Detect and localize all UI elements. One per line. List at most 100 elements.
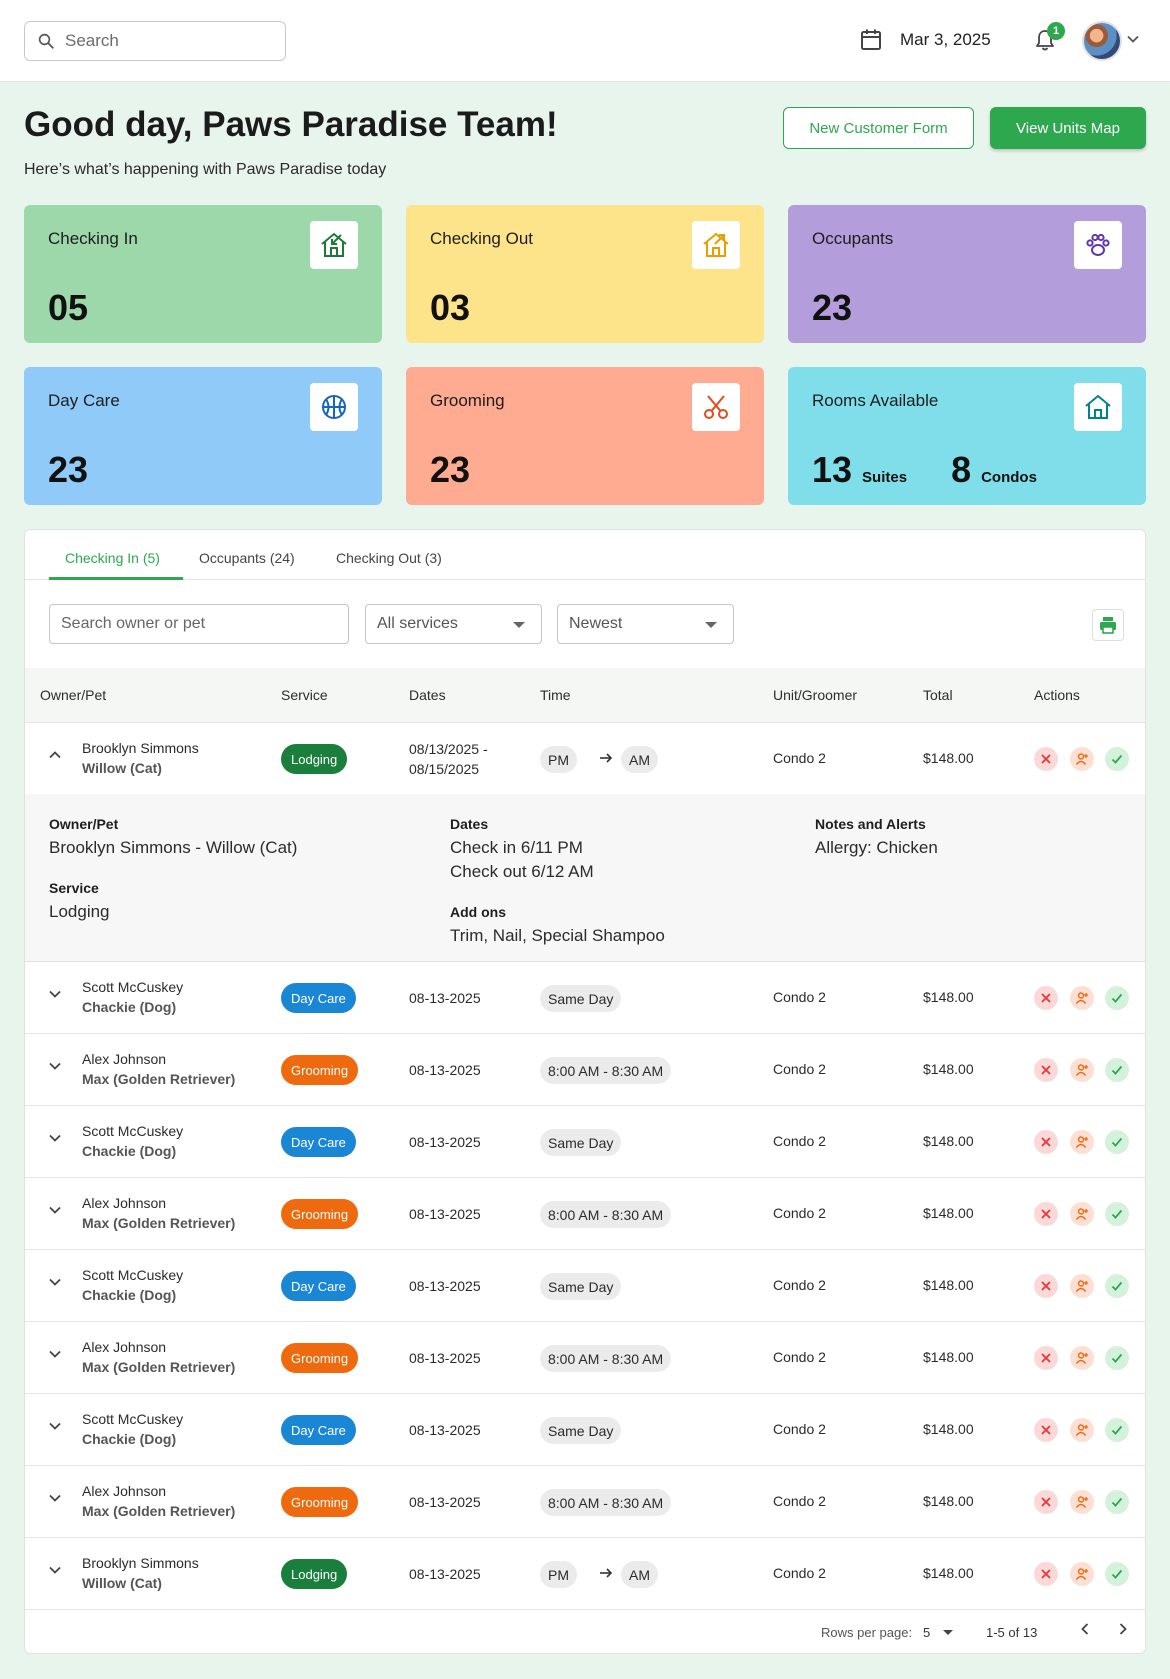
table-row[interactable]: Alex Johnson Max (Golden Retriever) Groo…: [25, 1178, 1145, 1250]
dates-cell: 08/13/2025 - 08/15/2025: [409, 739, 488, 779]
cancel-button[interactable]: [1034, 1562, 1058, 1586]
sort-select[interactable]: Newest: [557, 604, 734, 644]
close-icon: [1041, 1137, 1051, 1147]
owner-pet-search-input[interactable]: [49, 604, 349, 644]
table-row[interactable]: Scott McCuskey Chackie (Dog) Day Care 08…: [25, 1106, 1145, 1178]
chevron-down-icon[interactable]: [47, 1274, 63, 1290]
confirm-button[interactable]: [1105, 1418, 1129, 1442]
house-arrow-out-icon: [703, 232, 729, 257]
assign-user-button[interactable]: [1070, 1346, 1094, 1370]
owner-name: Scott McCuskey: [82, 979, 184, 995]
chevron-down-icon[interactable]: [47, 1490, 63, 1506]
assign-user-button[interactable]: [1070, 1490, 1094, 1514]
table-row[interactable]: Scott McCuskey Chackie (Dog) Day Care 08…: [25, 1250, 1145, 1322]
assign-user-button[interactable]: [1070, 1202, 1094, 1226]
dates-cell: 08-13-2025: [409, 1422, 481, 1438]
cancel-button[interactable]: [1034, 1418, 1058, 1442]
chevron-down-icon[interactable]: [47, 1130, 63, 1146]
global-search[interactable]: [24, 21, 286, 61]
cancel-button[interactable]: [1034, 1058, 1058, 1082]
confirm-button[interactable]: [1105, 1274, 1129, 1298]
tab-checking-in[interactable]: Checking In (5): [65, 550, 160, 566]
cancel-button[interactable]: [1034, 1490, 1058, 1514]
rows-per-page-select[interactable]: 5: [923, 1625, 930, 1640]
tab-occupants[interactable]: Occupants (24): [199, 550, 295, 566]
global-search-input[interactable]: [65, 31, 265, 51]
unit-cell: Condo 2: [773, 989, 826, 1005]
cancel-button[interactable]: [1034, 1346, 1058, 1370]
table-row[interactable]: Brooklyn Simmons Willow (Cat) Lodging 08…: [25, 723, 1145, 795]
assign-user-button[interactable]: [1070, 1058, 1094, 1082]
chevron-down-icon[interactable]: [47, 1202, 63, 1218]
unit-cell: Condo 2: [773, 1277, 826, 1293]
cancel-button[interactable]: [1034, 1130, 1058, 1154]
chevron-down-icon[interactable]: [47, 1562, 63, 1578]
service-pill: Day Care: [281, 1415, 356, 1445]
stat-card-checking-out[interactable]: Checking Out 03: [406, 205, 764, 343]
cancel-button[interactable]: [1034, 1202, 1058, 1226]
table-row[interactable]: Scott McCuskey Chackie (Dog) Day Care 08…: [25, 962, 1145, 1034]
printer-icon: [1100, 617, 1116, 634]
user-plus-icon: [1075, 1208, 1088, 1220]
date-picker[interactable]: Mar 3, 2025: [860, 28, 991, 52]
pet-name: Chackie (Dog): [82, 1287, 177, 1303]
table-row[interactable]: Brooklyn Simmons Willow (Cat) Lodging 08…: [25, 1538, 1145, 1610]
table-row[interactable]: Alex Johnson Max (Golden Retriever) Groo…: [25, 1322, 1145, 1394]
close-icon: [1041, 1425, 1051, 1435]
caret-down-icon: [705, 622, 717, 628]
tab-checking-out[interactable]: Checking Out (3): [336, 550, 442, 566]
stat-card-checking-in[interactable]: Checking In 05: [24, 205, 382, 343]
assign-user-button[interactable]: [1070, 1562, 1094, 1586]
confirm-button[interactable]: [1105, 986, 1129, 1010]
service-pill: Day Care: [281, 1271, 356, 1301]
close-icon: [1041, 1065, 1051, 1075]
detail-notes-label: Notes and Alerts: [815, 816, 926, 832]
stat-card-grooming[interactable]: Grooming 23: [406, 367, 764, 505]
owner-name: Scott McCuskey: [82, 1267, 184, 1283]
service-filter-select[interactable]: All services: [365, 604, 542, 644]
stat-card-occupants[interactable]: Occupants 23: [788, 205, 1146, 343]
check-icon: [1111, 1281, 1123, 1291]
confirm-button[interactable]: [1105, 1202, 1129, 1226]
print-button[interactable]: [1092, 609, 1124, 641]
chevron-down-icon[interactable]: [47, 1346, 63, 1362]
cancel-button[interactable]: [1034, 747, 1058, 771]
chevron-down-icon[interactable]: [1126, 32, 1140, 46]
next-page-button[interactable]: [1115, 1621, 1131, 1640]
confirm-button[interactable]: [1105, 747, 1129, 771]
assign-user-button[interactable]: [1070, 986, 1094, 1010]
confirm-button[interactable]: [1105, 1490, 1129, 1514]
check-icon: [1111, 1497, 1123, 1507]
table-row[interactable]: Scott McCuskey Chackie (Dog) Day Care 08…: [25, 1394, 1145, 1466]
avatar[interactable]: [1082, 21, 1122, 61]
chevron-down-icon[interactable]: [47, 1418, 63, 1434]
cancel-button[interactable]: [1034, 1274, 1058, 1298]
total-cell: $148.00: [923, 750, 974, 766]
confirm-button[interactable]: [1105, 1346, 1129, 1370]
view-units-map-button[interactable]: View Units Map: [990, 107, 1146, 149]
stat-card-rooms-available[interactable]: Rooms Available 13 Suites 8 Condos: [788, 367, 1146, 505]
chevron-down-icon[interactable]: [47, 1058, 63, 1074]
cancel-button[interactable]: [1034, 986, 1058, 1010]
arrow-right-icon: [600, 753, 613, 763]
assign-user-button[interactable]: [1070, 1418, 1094, 1442]
unit-cell: Condo 2: [773, 1133, 826, 1149]
caret-down-icon[interactable]: [943, 1630, 953, 1635]
chevron-down-icon[interactable]: [47, 986, 63, 1002]
table-row[interactable]: Alex Johnson Max (Golden Retriever) Groo…: [25, 1466, 1145, 1538]
table-row[interactable]: Alex Johnson Max (Golden Retriever) Groo…: [25, 1034, 1145, 1106]
service-pill: Grooming: [281, 1199, 359, 1229]
pet-name: Chackie (Dog): [82, 999, 177, 1015]
confirm-button[interactable]: [1105, 1058, 1129, 1082]
confirm-button[interactable]: [1105, 1562, 1129, 1586]
chevron-up-icon[interactable]: [47, 747, 63, 763]
assign-user-button[interactable]: [1070, 1130, 1094, 1154]
stat-card-day-care[interactable]: Day Care 23: [24, 367, 382, 505]
stat-label: Day Care: [48, 391, 120, 410]
new-customer-form-button[interactable]: New Customer Form: [783, 107, 974, 149]
assign-user-button[interactable]: [1070, 747, 1094, 771]
previous-page-button[interactable]: [1077, 1621, 1093, 1640]
confirm-button[interactable]: [1105, 1130, 1129, 1154]
assign-user-button[interactable]: [1070, 1274, 1094, 1298]
column-header: Owner/Pet: [40, 687, 107, 703]
